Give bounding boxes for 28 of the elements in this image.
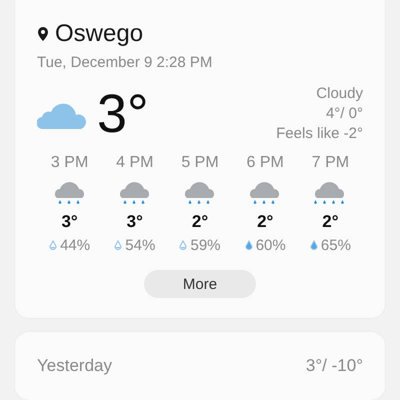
rain-cloud-icon (183, 180, 217, 206)
hour-temperature: 2° (192, 212, 208, 232)
condition-text: Cloudy (316, 85, 363, 102)
feels-like-text: Feels like -2° (276, 125, 363, 142)
hour-temperature: 3° (61, 212, 78, 232)
current-temperature: 3° (97, 87, 149, 141)
more-button[interactable]: More (144, 270, 256, 298)
precipitation-chance: 59% (190, 237, 221, 254)
precipitation-chance: 60% (256, 237, 286, 254)
rain-cloud-icon (52, 180, 87, 206)
high-low-temperature: 4°/ 0° (326, 105, 363, 122)
yesterday-label: Yesterday (37, 356, 112, 376)
rain-cloud-icon (118, 180, 152, 206)
hour-temperature: 3° (126, 212, 143, 232)
hour-label: 6 PM (246, 154, 284, 172)
hour-temperature: 2° (257, 212, 274, 232)
yesterday-temperature: 3°/ -10° (306, 356, 363, 376)
hour-label: 3 PM (50, 154, 88, 172)
location-pin-icon (37, 26, 49, 42)
hour-label: 5 PM (181, 154, 219, 172)
hour-label: 4 PM (116, 154, 154, 172)
hour-temperature: 2° (322, 212, 339, 232)
hour-label: 7 PM (312, 154, 350, 172)
location-name: Oswego (55, 20, 144, 48)
precipitation-chance: 54% (125, 237, 156, 254)
precipitation-chance: 65% (320, 237, 351, 254)
date-time: Tue, December 9 2:28 PM (37, 54, 214, 71)
precipitation-chance: 44% (60, 237, 90, 254)
